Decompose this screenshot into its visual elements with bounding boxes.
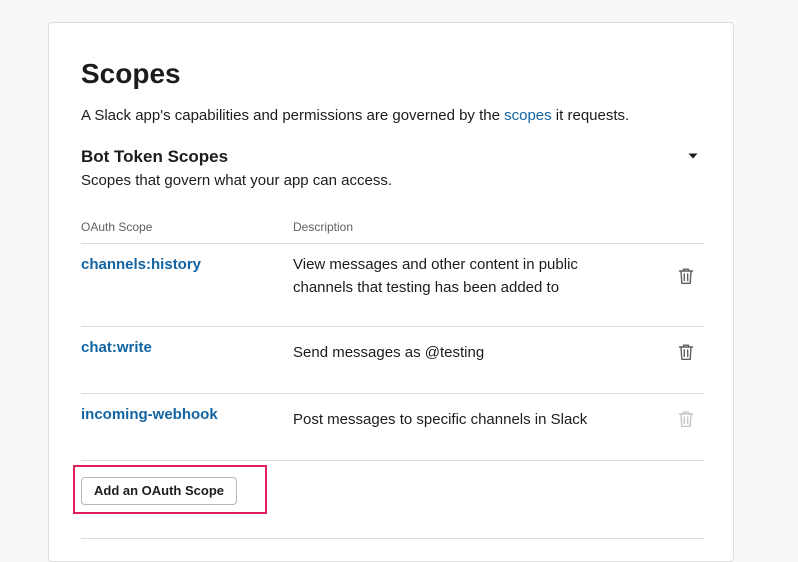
scopes-link[interactable]: scopes [504,107,552,124]
intro-text: A Slack app's capabilities and permissio… [81,106,629,126]
intro-text-after: it requests. [551,107,630,124]
scope-name-channels-history[interactable]: channels:history [81,255,201,275]
scope-name-incoming-webhook[interactable]: incoming-webhook [81,405,218,425]
intro-text-before: A Slack app's capabilities and permissio… [81,107,505,124]
description-column-header: Description [293,220,354,234]
add-oauth-scope-button[interactable]: Add an OAuth Scope [81,477,237,505]
caret-down-icon[interactable] [685,148,701,164]
bot-token-scopes-title: Bot Token Scopes [81,147,229,166]
oauth-scope-column-header: OAuth Scope [81,220,153,234]
table-divider [81,393,704,394]
scope-description-channels-history: View messages and other content in publi… [293,256,578,296]
trash-icon[interactable] [678,343,694,361]
table-divider [81,243,704,244]
page-title: Scopes [81,58,181,89]
scope-name-chat-write[interactable]: chat:write [81,338,152,358]
trash-icon[interactable] [678,267,694,285]
scope-description-chat-write: Send messages as @testing [293,344,485,361]
bot-token-scopes-subtitle: Scopes that govern what your app can acc… [81,172,393,189]
table-divider [81,326,704,327]
scopes-card: Scopes A Slack app's capabilities and pe… [48,22,734,562]
trash-icon [678,410,694,428]
table-divider [81,460,704,461]
section-divider [81,538,704,539]
scope-description-incoming-webhook: Post messages to specific channels in Sl… [293,411,588,428]
